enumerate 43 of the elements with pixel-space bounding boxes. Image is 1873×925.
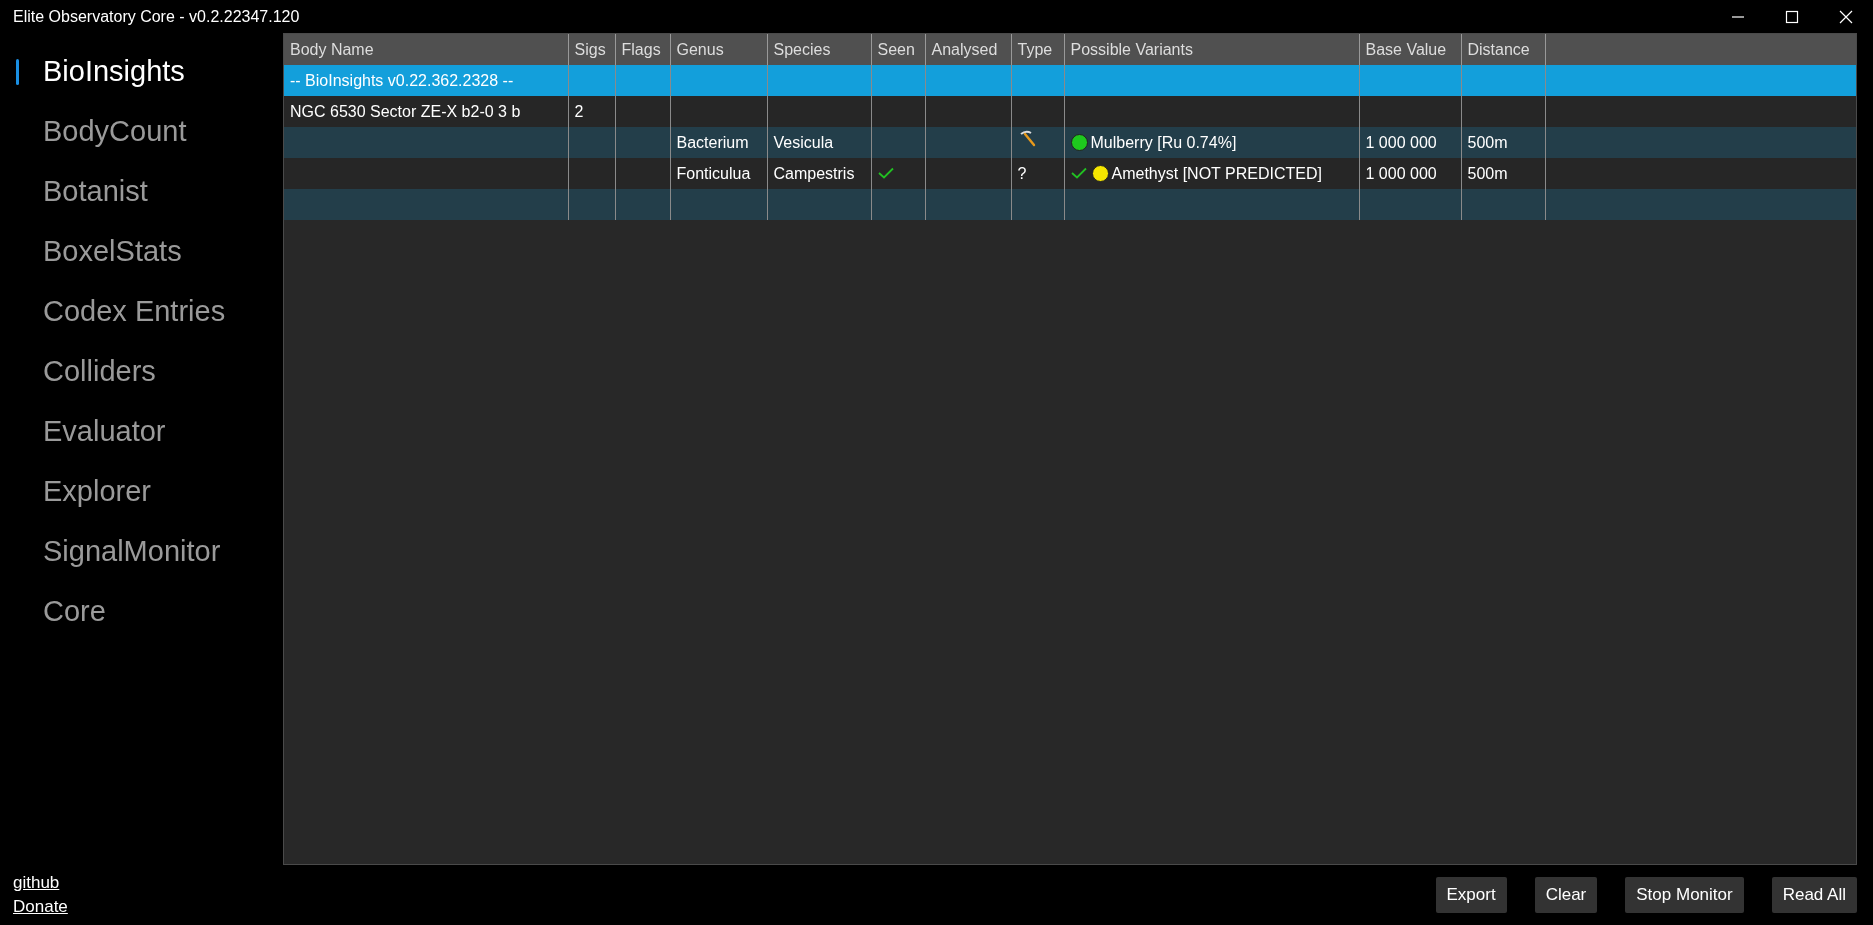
link[interactable]: github	[13, 871, 283, 895]
table-cell: Bacterium	[676, 133, 749, 151]
column-header[interactable]: Base Value	[1359, 34, 1461, 65]
window-title: Elite Observatory Core - v0.2.22347.120	[13, 7, 300, 25]
action-button[interactable]: Stop Monitor	[1625, 877, 1744, 913]
table-cell: 1 000 000	[1365, 164, 1437, 182]
action-button[interactable]: Export	[1435, 877, 1507, 913]
sidebar-item[interactable]: BodyCount	[0, 102, 283, 162]
table-cell: Mulberry [Ru 0.74%]	[1090, 133, 1237, 151]
sidebar-item[interactable]: BoxelStats	[0, 222, 283, 282]
sidebar-item[interactable]: Evaluator	[0, 402, 283, 462]
table-cell: ?	[1017, 164, 1027, 182]
table-cell: Campestris	[773, 164, 855, 182]
column-header[interactable]: Species	[767, 34, 871, 65]
sidebar-item[interactable]: Codex Entries	[0, 282, 283, 342]
table-cell: 1 000 000	[1365, 133, 1437, 151]
column-header[interactable]: Body Name	[284, 34, 568, 65]
sidebar-item[interactable]: Core	[0, 582, 283, 642]
table-cell: 500m	[1467, 133, 1508, 151]
sidebar-item[interactable]: BioInsights	[0, 42, 283, 102]
table-cell: 500m	[1467, 164, 1508, 182]
column-header[interactable]: Flags	[615, 34, 670, 65]
table-cell: Vesicula	[773, 133, 834, 151]
check-icon	[877, 166, 894, 179]
action-button[interactable]: Clear	[1534, 877, 1598, 913]
table-cell: Amethyst [NOT PREDICTED]	[1111, 164, 1322, 182]
action-button[interactable]: Read All	[1771, 877, 1857, 913]
table-cell: Fonticulua	[676, 164, 751, 182]
column-header[interactable]: Seen	[871, 34, 925, 65]
table-cell: 2	[574, 102, 584, 120]
sidebar-item[interactable]: Colliders	[0, 342, 283, 402]
table-cell: NGC 6530 Sector ZE-X b2-0 3 b	[290, 102, 521, 120]
sidebar-item[interactable]: Explorer	[0, 462, 283, 522]
column-header[interactable]: Possible Variants	[1064, 34, 1359, 65]
column-header[interactable]: Genus	[670, 34, 767, 65]
column-header[interactable]: Sigs	[568, 34, 615, 65]
column-header[interactable]: Distance	[1461, 34, 1545, 65]
column-header[interactable]: Analysed	[925, 34, 1011, 65]
check-icon	[1070, 166, 1087, 179]
sidebar-item[interactable]: SignalMonitor	[0, 522, 283, 582]
link[interactable]: Donate	[13, 895, 283, 919]
column-header[interactable]: Type	[1011, 34, 1064, 65]
sidebar-item[interactable]: Botanist	[0, 162, 283, 222]
